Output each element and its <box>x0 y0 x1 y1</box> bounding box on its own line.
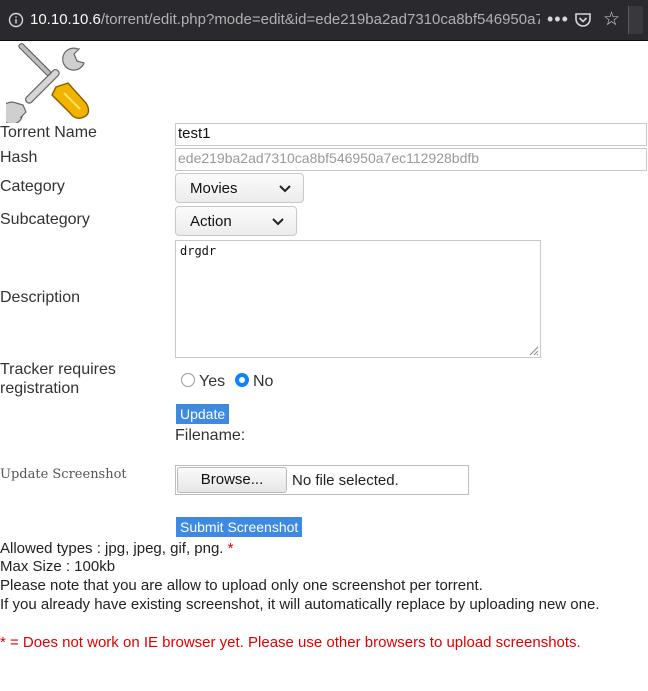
allowed-types-text: Allowed types : jpg, jpeg, gif, png. <box>0 540 224 557</box>
tracker-label-line2: registration <box>0 380 80 397</box>
page-actions-menu-button[interactable]: ••• <box>547 9 569 30</box>
url-field[interactable]: 10.10.10.6/torrent/edit.php?mode=edit&id… <box>30 11 540 28</box>
allowed-types-note: Allowed types : jpg, jpeg, gif, png. * <box>0 540 234 557</box>
browser-url-bar: 10.10.10.6/torrent/edit.php?mode=edit&id… <box>0 0 648 41</box>
filename-label: Filename: <box>175 427 246 444</box>
subcategory-label: Subcategory <box>0 211 90 228</box>
hash-label: Hash <box>0 149 38 166</box>
update-screenshot-label: Update Screenshot <box>0 467 127 482</box>
torrent-name-label: Torrent Name <box>0 124 97 141</box>
tools-logo-icon <box>6 43 90 123</box>
subcategory-selected-value: Action <box>190 213 232 230</box>
description-label: Description <box>0 289 81 306</box>
asterisk-marker: * <box>227 540 234 557</box>
description-text: drgdr <box>180 244 217 258</box>
info-icon[interactable] <box>8 12 24 28</box>
file-status-text: No file selected. <box>292 472 399 489</box>
tracker-yes-label: Yes <box>199 373 226 390</box>
pocket-icon[interactable] <box>574 11 592 29</box>
description-textarea[interactable]: drgdr <box>175 240 541 358</box>
resize-grip-icon[interactable] <box>527 344 539 356</box>
submit-screenshot-button[interactable]: Submit Screenshot <box>176 517 303 537</box>
hash-input[interactable]: ede219ba2ad7310ca8bf546950a7ec112928bdfb <box>175 148 647 171</box>
browse-button[interactable]: Browse... <box>177 467 287 493</box>
tracker-label-line1: Tracker requires <box>0 361 116 378</box>
torrent-name-input[interactable]: test1 <box>175 123 647 146</box>
category-label: Category <box>0 178 65 195</box>
chevron-down-icon <box>279 185 291 193</box>
ie-warning-note: * = Does not work on IE browser yet. Ple… <box>0 634 581 651</box>
chevron-down-icon <box>272 218 284 226</box>
category-selected-value: Movies <box>190 180 238 197</box>
url-path: /torrent/edit.php?mode=edit&id=ede219ba2… <box>100 11 540 28</box>
update-button[interactable]: Update <box>176 404 230 424</box>
tracker-no-label: No <box>253 373 274 390</box>
screenshot-file-input[interactable]: Browse... No file selected. <box>175 465 469 495</box>
bookmark-star-icon[interactable]: ☆ <box>603 8 620 31</box>
url-host: 10.10.10.6 <box>30 11 101 28</box>
max-size-note: Max Size : 100kb <box>0 558 116 575</box>
replace-screenshot-note: If you already have existing screenshot,… <box>0 596 600 613</box>
toolbar-separator <box>628 6 643 34</box>
tracker-no-radio[interactable] <box>235 373 249 387</box>
subcategory-select[interactable]: Action <box>175 206 297 236</box>
category-select[interactable]: Movies <box>175 173 304 203</box>
tracker-yes-radio[interactable] <box>181 373 195 387</box>
one-screenshot-note: Please note that you are allow to upload… <box>0 577 483 594</box>
